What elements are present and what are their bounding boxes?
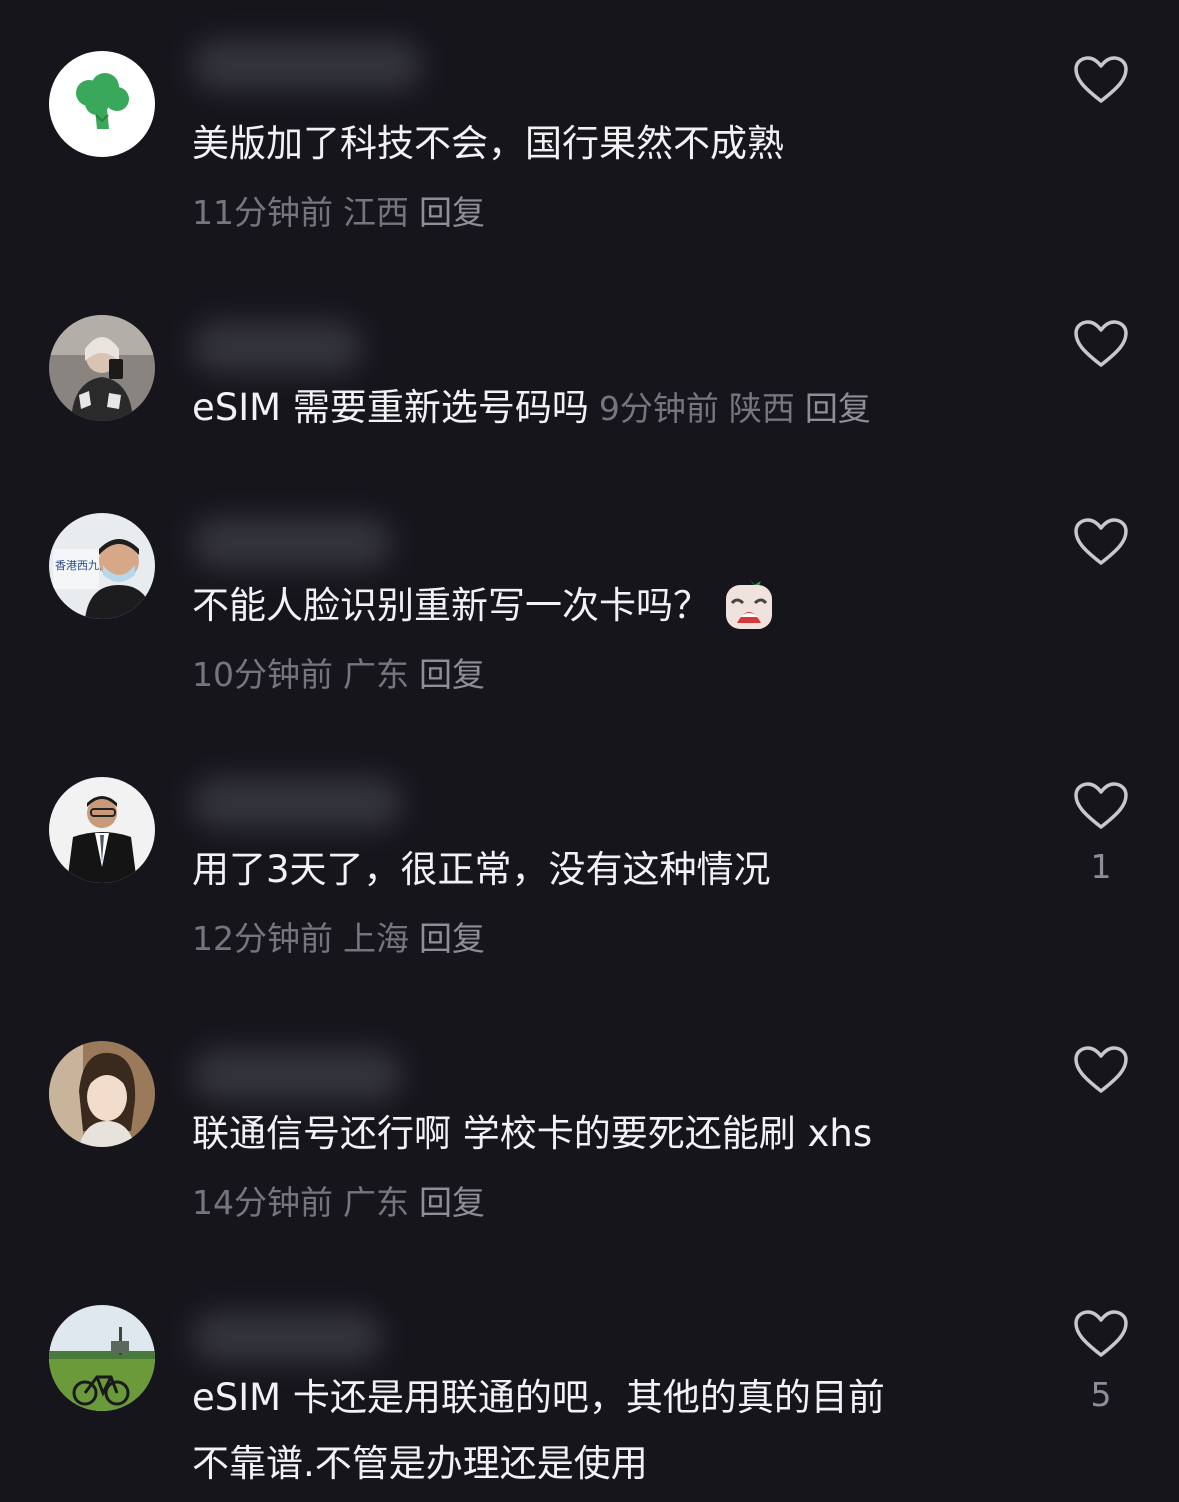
heart-icon: [1074, 320, 1128, 367]
comment-time: 12分钟前: [192, 919, 333, 958]
reply-button[interactable]: 回复: [419, 655, 485, 694]
mirror-selfie-icon: [49, 315, 155, 421]
girl-icon: [49, 1041, 155, 1147]
comment-text-line-2: 不靠谱.不管是办理还是使用: [192, 1442, 648, 1485]
like-button[interactable]: [1070, 319, 1132, 369]
comment-location: 陕西: [728, 389, 795, 428]
heart-icon: [1074, 1046, 1128, 1093]
user-avatar[interactable]: 香港西九龍: [49, 513, 155, 619]
reply-button[interactable]: 回复: [419, 193, 485, 232]
user-avatar[interactable]: [49, 315, 155, 421]
comment-location: 上海: [343, 919, 409, 958]
reply-button[interactable]: 回复: [805, 389, 871, 428]
comment-location: 广东: [343, 1183, 409, 1222]
comment-text: 用了3天了，很正常，没有这种情况: [192, 848, 771, 891]
like-count: 5: [1090, 1375, 1112, 1414]
comment-time: 11分钟前: [192, 193, 333, 232]
comment-text: eSIM 需要重新选号码吗 9分钟前 陕西 回复: [192, 376, 881, 441]
like-button[interactable]: [1070, 517, 1132, 567]
comment-meta: 11分钟前 江西 回复: [192, 188, 495, 238]
comment-text-content: 不能人脸识别重新写一次卡吗？: [192, 584, 710, 627]
suit-man-icon: [49, 777, 155, 883]
comment-location: 广东: [343, 655, 409, 694]
username-blurred[interactable]: [192, 40, 422, 90]
user-avatar[interactable]: [49, 1305, 155, 1411]
like-button[interactable]: [1070, 1045, 1132, 1095]
broccoli-icon: [49, 51, 155, 157]
comment-text: 美版加了科技不会，国行果然不成熟: [192, 122, 784, 165]
comment-location: 江西: [343, 193, 409, 232]
like-button[interactable]: 5: [1070, 1309, 1132, 1415]
username-blurred[interactable]: [192, 778, 402, 828]
like-button[interactable]: [1070, 55, 1132, 105]
comment-text-line-1: eSIM 卡还是用联通的吧，其他的真的目前: [192, 1376, 885, 1419]
username-blurred[interactable]: [192, 518, 392, 568]
crying-face-emoji-icon: [726, 578, 772, 629]
comment-meta: 10分钟前 广东 回复: [192, 650, 495, 700]
username-blurred[interactable]: [192, 1312, 382, 1362]
reply-button[interactable]: 回复: [419, 1183, 485, 1222]
user-avatar[interactable]: [49, 777, 155, 883]
comment-time: 10分钟前: [192, 655, 333, 694]
comment-text: 不能人脸识别重新写一次卡吗？: [192, 574, 774, 638]
heart-icon: [1074, 1310, 1128, 1357]
like-count: 1: [1090, 847, 1112, 886]
reply-button[interactable]: 回复: [419, 919, 485, 958]
bicycle-field-icon: [49, 1305, 155, 1411]
username-blurred[interactable]: [192, 322, 362, 372]
comment-text-content: eSIM 需要重新选号码吗: [192, 386, 589, 429]
like-button[interactable]: 1: [1070, 781, 1132, 887]
comment-meta: 12分钟前 上海 回复: [192, 914, 495, 964]
heart-icon: [1074, 782, 1128, 829]
masked-man-icon: 香港西九龍: [49, 513, 155, 619]
heart-icon: [1074, 56, 1128, 103]
user-avatar[interactable]: [49, 1041, 155, 1147]
comment-meta: 9分钟前 陕西 回复: [599, 389, 881, 428]
username-blurred[interactable]: [192, 1050, 402, 1100]
comment-meta: 14分钟前 广东 回复: [192, 1178, 495, 1228]
comment-time: 14分钟前: [192, 1183, 333, 1222]
heart-icon: [1074, 518, 1128, 565]
comment-time: 9分钟前: [598, 389, 719, 428]
user-avatar[interactable]: [49, 51, 155, 157]
comment-text: 联通信号还行啊 学校卡的要死还能刷 xhs: [192, 1112, 873, 1155]
